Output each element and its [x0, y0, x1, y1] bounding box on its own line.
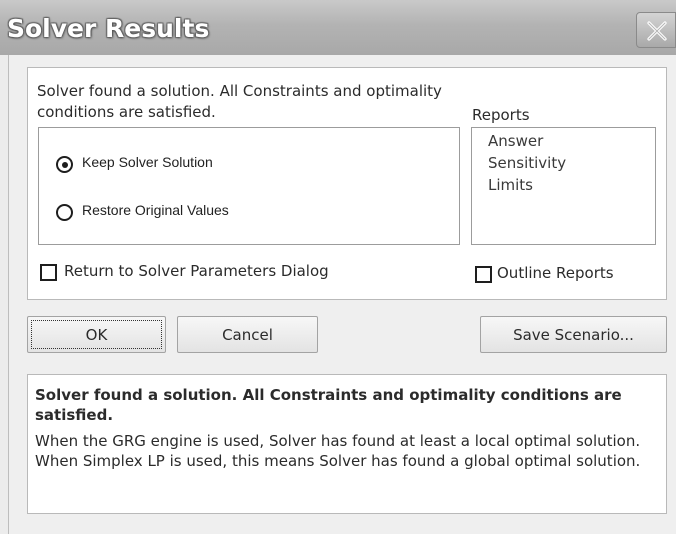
focus-ring — [31, 320, 162, 349]
solver-results-dialog: Solver Results Solver found a solution. … — [0, 0, 676, 534]
outline-reports-label[interactable]: Outline Reports — [497, 264, 614, 282]
solution-options-box: Keep Solver Solution Restore Original Va… — [38, 127, 460, 245]
description-panel: Solver found a solution. All Constraints… — [27, 374, 667, 514]
cancel-button-label: Cancel — [222, 325, 273, 344]
report-item-limits[interactable]: Limits — [488, 176, 533, 194]
cancel-button[interactable]: Cancel — [177, 316, 318, 353]
reports-label-text: Reports — [472, 106, 530, 124]
return-to-params-label[interactable]: Return to Solver Parameters Dialog — [64, 262, 329, 280]
reports-label: Reports — [472, 106, 530, 124]
description-heading: Solver found a solution. All Constraints… — [35, 386, 622, 424]
window-title: Solver Results — [7, 14, 210, 43]
restore-values-radio[interactable] — [56, 204, 73, 221]
report-item-sensitivity[interactable]: Sensitivity — [488, 154, 566, 172]
save-scenario-button-label: Save Scenario... — [513, 325, 634, 344]
close-button[interactable] — [636, 12, 676, 48]
keep-solution-radio[interactable] — [56, 156, 73, 173]
title-bar[interactable]: Solver Results — [0, 0, 676, 55]
status-message-line2: conditions are satisfied. — [37, 103, 216, 121]
outline-reports-checkbox[interactable] — [475, 266, 492, 283]
description-body: When the GRG engine is used, Solver has … — [35, 432, 641, 470]
return-to-params-checkbox[interactable] — [40, 264, 57, 281]
keep-solution-label: Keep Solver Solution — [82, 154, 213, 170]
status-message-line1: Solver found a solution. All Constraints… — [37, 82, 442, 100]
reports-list[interactable]: Answer Sensitivity Limits — [471, 127, 656, 245]
radio-selected-dot — [61, 161, 68, 168]
restore-values-label: Restore Original Values — [82, 202, 229, 218]
report-item-answer[interactable]: Answer — [488, 132, 543, 150]
save-scenario-button[interactable]: Save Scenario... — [480, 316, 667, 353]
close-icon — [647, 21, 667, 41]
ok-button[interactable]: OK — [27, 316, 166, 353]
